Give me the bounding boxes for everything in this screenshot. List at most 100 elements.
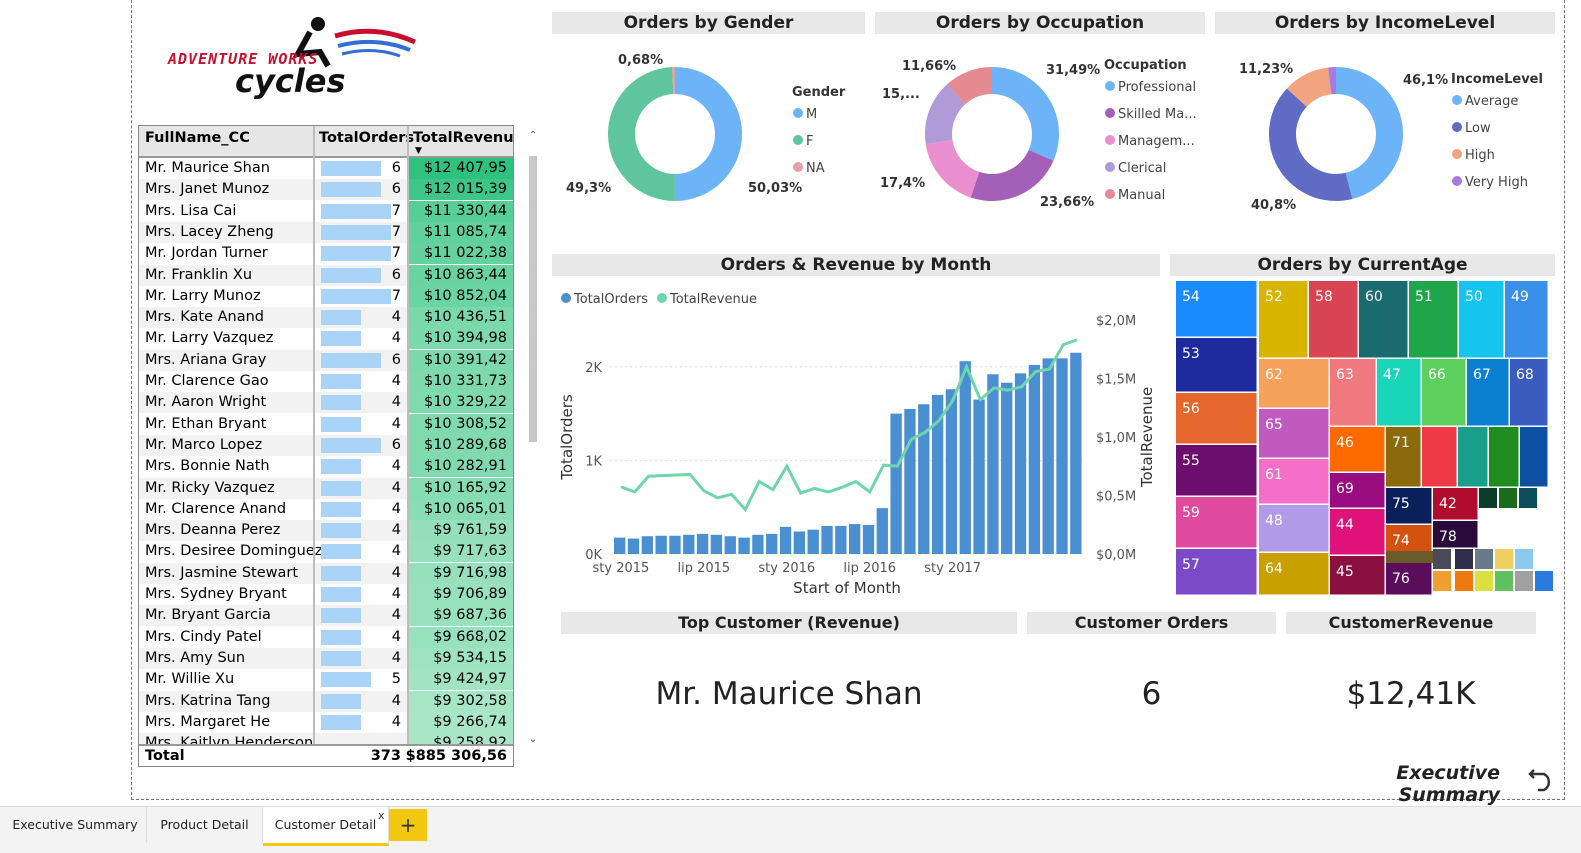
scroll-down-icon[interactable]: ⌄ — [527, 734, 539, 745]
orders-bar[interactable] — [945, 389, 958, 554]
treemap-cell[interactable] — [1458, 427, 1488, 487]
back-arrow-icon[interactable] — [1526, 760, 1558, 792]
donut-slice[interactable] — [1269, 88, 1353, 202]
table-row[interactable]: Mrs. Katrina Tang 4 $9 302,58 — [139, 690, 513, 712]
donut-slice[interactable] — [925, 140, 980, 198]
table-row[interactable]: Mr. Clarence Anand 4 $10 065,01 — [139, 498, 513, 520]
legend-item[interactable]: Manual — [1118, 188, 1165, 203]
orders-bar[interactable] — [669, 535, 681, 554]
legend-item[interactable]: Professional — [1118, 80, 1196, 95]
orders-bar[interactable] — [627, 538, 640, 554]
treemap-cell[interactable] — [1499, 488, 1517, 508]
donut-slice[interactable] — [992, 67, 1059, 161]
treemap-cell[interactable] — [1479, 488, 1497, 508]
treemap-cell[interactable] — [1495, 549, 1513, 569]
tab-product-detail[interactable]: Product Detail — [147, 807, 263, 843]
orders-bar[interactable] — [807, 529, 819, 554]
legend-item[interactable]: Managem... — [1118, 134, 1195, 149]
tab-executive-summary[interactable]: Executive Summary — [4, 807, 147, 843]
table-row[interactable]: Mrs. Sydney Bryant 4 $9 706,89 — [139, 584, 513, 605]
orders-bar[interactable] — [1056, 358, 1068, 554]
orders-bar[interactable] — [821, 525, 833, 554]
table-row[interactable]: Mr. Larry Vazquez 4 $10 394,98 — [139, 328, 513, 350]
table-row[interactable]: Mr. Ethan Bryant 4 $10 308,52 — [139, 413, 513, 435]
legend-item[interactable]: Clerical — [1118, 161, 1166, 176]
table-row[interactable]: Mrs. Desiree Dominguez 4 $9 717,63 — [139, 541, 513, 563]
orders-bar[interactable] — [918, 404, 930, 554]
legend-item[interactable]: High — [1465, 148, 1495, 163]
orders-bar[interactable] — [738, 537, 750, 554]
orders-bar[interactable] — [876, 508, 888, 554]
orders-bar[interactable] — [835, 525, 847, 554]
legend-item[interactable]: F — [806, 134, 813, 149]
orders-bar[interactable] — [793, 531, 806, 554]
orders-bar[interactable] — [752, 534, 764, 554]
treemap-cell[interactable] — [1433, 571, 1451, 591]
orders-bar[interactable] — [1042, 358, 1054, 554]
table-row[interactable]: Mr. Ricky Vazquez 4 $10 165,92 — [139, 477, 513, 499]
orders-bar[interactable] — [1014, 373, 1027, 554]
table-row[interactable]: Mr. Bryant Garcia 4 $9 687,36 — [139, 605, 513, 627]
table-row[interactable]: Mr. Franklin Xu 6 $10 863,44 — [139, 264, 513, 286]
legend-item[interactable]: TotalRevenue — [669, 292, 757, 307]
table-row[interactable]: Mrs. Margaret He 4 $9 266,74 — [139, 711, 513, 733]
treemap-cell[interactable] — [1515, 549, 1533, 569]
donut-slice[interactable] — [970, 149, 1054, 201]
table-row[interactable]: Mr. Aaron Wright 4 $10 329,22 — [139, 392, 513, 414]
treemap-cell[interactable] — [1455, 549, 1473, 569]
orders-bar[interactable] — [614, 537, 626, 554]
orders-bar[interactable] — [849, 524, 861, 554]
table-row[interactable]: Mrs. Deanna Perez 4 $9 761,59 — [139, 520, 513, 542]
orders-bar[interactable] — [779, 526, 792, 554]
treemap-cell[interactable] — [1386, 551, 1433, 563]
orders-bar[interactable] — [1028, 364, 1041, 554]
orders-bar[interactable] — [724, 536, 736, 554]
table-row[interactable]: Mrs. Bonnie Nath 4 $10 282,91 — [139, 456, 513, 478]
orders-bar[interactable] — [641, 536, 653, 554]
treemap-cell[interactable] — [1495, 571, 1513, 591]
table-row[interactable]: Mrs. Ariana Gray 6 $10 391,42 — [139, 349, 513, 371]
executive-summary-link[interactable]: Executive Summary — [1300, 762, 1500, 806]
orders-bar[interactable] — [1001, 382, 1013, 554]
legend-item[interactable]: NA — [806, 161, 825, 176]
table-row[interactable]: Mrs. Jasmine Stewart 4 $9 716,98 — [139, 562, 513, 584]
treemap-cell[interactable] — [1519, 488, 1537, 508]
table-row[interactable]: Mr. Willie Xu 5 $9 424,97 — [139, 669, 513, 691]
treemap-cell[interactable] — [1475, 549, 1493, 569]
treemap-cell[interactable] — [1422, 427, 1457, 487]
treemap-cell[interactable] — [1535, 571, 1553, 591]
table-row[interactable]: Mrs. Amy Sun 4 $9 534,15 — [139, 647, 513, 669]
orders-bar[interactable] — [710, 534, 723, 554]
treemap-cell[interactable] — [1455, 571, 1473, 591]
legend-item[interactable]: Average — [1465, 94, 1518, 109]
orders-bar[interactable] — [987, 374, 999, 554]
close-tab-icon[interactable]: x — [378, 809, 385, 822]
orders-bar[interactable] — [890, 413, 902, 554]
legend-item[interactable]: M — [806, 107, 817, 122]
treemap-cell[interactable] — [1433, 549, 1451, 569]
treemap-cell[interactable] — [1520, 427, 1548, 487]
orders-bar[interactable] — [683, 534, 695, 554]
legend-item[interactable]: Skilled Ma... — [1118, 107, 1197, 122]
orders-bar[interactable] — [862, 524, 875, 554]
orders-bar[interactable] — [904, 408, 916, 554]
orders-bar[interactable] — [1070, 352, 1082, 554]
legend-item[interactable]: Very High — [1465, 175, 1528, 190]
orders-bar[interactable] — [959, 361, 971, 554]
treemap-cell[interactable] — [1489, 427, 1519, 487]
table-row[interactable]: Mrs. Kate Anand 4 $10 436,51 — [139, 307, 513, 329]
table-row[interactable]: Mr. Larry Munoz 7 $10 852,04 — [139, 285, 513, 307]
table-row[interactable]: Mr. Marco Lopez 6 $10 289,68 — [139, 434, 513, 456]
legend-item[interactable]: TotalOrders — [573, 292, 648, 307]
orders-bar[interactable] — [696, 533, 709, 554]
add-page-button[interactable]: + — [389, 809, 427, 841]
treemap-cell[interactable] — [1515, 571, 1533, 591]
legend-item[interactable]: Low — [1465, 121, 1491, 136]
donut-slice[interactable] — [674, 67, 742, 201]
donut-slice[interactable] — [607, 67, 675, 201]
table-row[interactable]: Mrs. Cindy Patel 4 $9 668,02 — [139, 626, 513, 648]
orders-bar[interactable] — [766, 533, 778, 554]
table-row[interactable]: Mr. Clarence Gao 4 $10 331,73 — [139, 371, 513, 392]
treemap-cell[interactable] — [1475, 571, 1493, 591]
orders-bar[interactable] — [655, 535, 667, 554]
